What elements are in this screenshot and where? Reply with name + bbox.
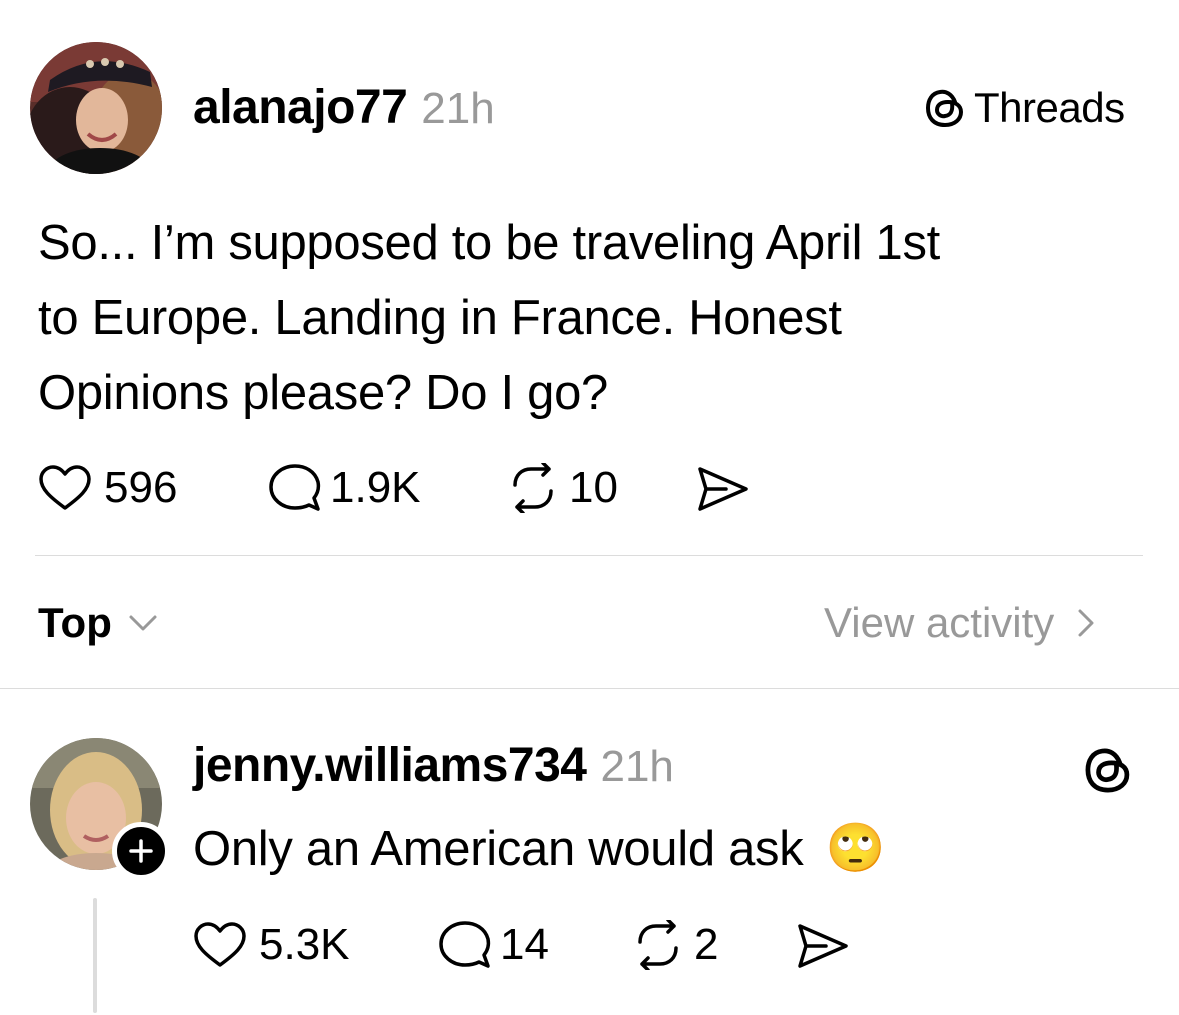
- post-timestamp: 21h: [421, 84, 495, 133]
- repost-button[interactable]: 10: [505, 463, 618, 513]
- reply-body: Only an American would ask 🙄: [193, 818, 885, 880]
- sort-dropdown[interactable]: Top: [38, 598, 158, 648]
- reply-repost-button[interactable]: 2: [630, 920, 718, 970]
- post-text-line: So... I’m supposed to be traveling April…: [38, 216, 940, 270]
- send-icon: [798, 924, 848, 968]
- comment-icon: [439, 921, 491, 968]
- sort-label: Top: [38, 599, 112, 646]
- repost-icon: [638, 920, 678, 970]
- post-body: So... I’m supposed to be traveling April…: [38, 206, 1148, 431]
- threads-link[interactable]: Threads: [924, 84, 1125, 132]
- reply-count: 14: [500, 920, 549, 969]
- reply-timestamp: 21h: [600, 742, 674, 791]
- like-button[interactable]: 596: [38, 463, 177, 513]
- divider: [0, 688, 1179, 689]
- repost-count: 2: [694, 920, 719, 969]
- threads-label: Threads: [974, 84, 1125, 131]
- post-author-avatar[interactable]: [30, 42, 162, 174]
- reply-share-button[interactable]: [796, 922, 850, 970]
- plus-icon: [129, 839, 153, 863]
- like-count: 5.3K: [259, 920, 350, 969]
- eye-roll-emoji: 🙄: [825, 822, 886, 875]
- comment-icon: [269, 464, 321, 511]
- reply-button[interactable]: 1.9K: [268, 463, 421, 513]
- post-username[interactable]: alanajo77: [193, 80, 408, 136]
- divider: [35, 555, 1143, 556]
- avatar-image: [30, 42, 162, 174]
- chevron-down-icon: [129, 615, 157, 631]
- view-activity-label: View activity: [824, 599, 1055, 646]
- threads-logo-icon[interactable]: [1083, 744, 1133, 796]
- like-count: 596: [104, 463, 178, 512]
- reply-text: Only an American would ask: [193, 822, 804, 876]
- reply-username[interactable]: jenny.williams734: [193, 738, 587, 794]
- post-header: alanajo77 21h: [193, 80, 495, 137]
- reply-like-button[interactable]: 5.3K: [193, 920, 350, 970]
- threads-logo-icon: [924, 86, 966, 130]
- share-button[interactable]: [696, 465, 750, 513]
- repost-count: 10: [569, 463, 618, 512]
- post-text-line: Opinions please? Do I go?: [38, 366, 608, 420]
- heart-icon: [194, 922, 246, 967]
- post-text-line: to Europe. Landing in France. Honest: [38, 291, 842, 345]
- view-activity-link[interactable]: View activity: [824, 598, 1096, 648]
- reply-reply-button[interactable]: 14: [438, 920, 549, 970]
- chevron-right-icon: [1078, 609, 1094, 637]
- heart-icon: [39, 465, 91, 510]
- repost-icon: [513, 463, 553, 513]
- reply-header: jenny.williams734 21h: [193, 738, 674, 795]
- reply-count: 1.9K: [330, 463, 421, 512]
- thread-line: [93, 898, 97, 1013]
- send-icon: [698, 467, 748, 511]
- follow-button[interactable]: [112, 822, 170, 880]
